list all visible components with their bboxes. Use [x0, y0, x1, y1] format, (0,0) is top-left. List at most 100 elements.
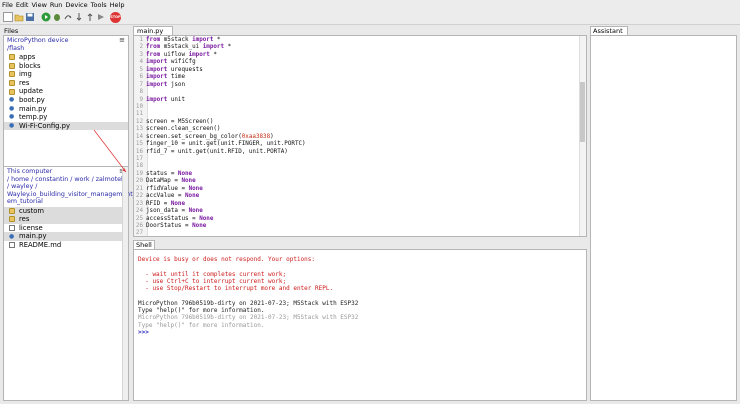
code-text: DoorStatus = None — [146, 222, 207, 229]
code-line[interactable]: 3 from uiflow import * — [134, 52, 581, 59]
line-number: 6 — [139, 74, 143, 81]
code-text: screen.set_screen_bg_color(0xaa3838) — [146, 133, 274, 140]
line-number: 2 — [139, 44, 143, 51]
code-text: import unit — [146, 96, 186, 103]
line-number: 24 — [135, 208, 143, 215]
code-text: import urequests — [146, 66, 203, 73]
code-line[interactable]: 6 import time — [134, 74, 581, 81]
code-text: finger_10 = unit.get(unit.FINGER, unit.P… — [146, 141, 306, 148]
shell-line: MicroPython 796b0519b-dirty on 2021-07-2… — [138, 314, 359, 322]
line-number: 22 — [135, 193, 143, 200]
line-number: 11 — [135, 111, 143, 118]
line-number: 23 — [135, 200, 143, 207]
line-number: 27 — [135, 230, 143, 237]
code-line[interactable]: 7 import json — [134, 82, 581, 89]
line-number: 10 — [135, 103, 143, 110]
line-number: 7 — [139, 81, 143, 88]
code-line[interactable]: 1 from m5stack import * — [134, 37, 581, 44]
editor-tab-label: main.py — [137, 27, 164, 35]
code-line[interactable]: 12 screen = M5Screen() — [134, 119, 581, 126]
shell-console[interactable]: Device is busy or does not respond. Your… — [133, 249, 587, 401]
code-editor[interactable]: 1 from m5stack import * 2 from m5stack_ui i… — [133, 35, 587, 237]
code-line[interactable]: 24 json_data = None — [134, 208, 581, 215]
line-number: 13 — [135, 126, 143, 133]
code-text: from m5stack_ui import * — [146, 44, 232, 51]
code-text: RFID = None — [146, 200, 186, 207]
line-number: 20 — [135, 178, 143, 185]
code-text: from uiflow import * — [146, 51, 217, 58]
line-number: 17 — [135, 156, 143, 162]
shell-line: - wait until it completes current work; — [138, 270, 287, 278]
code-line[interactable]: 26 DoorStatus = None — [134, 223, 581, 230]
line-number: 14 — [135, 133, 143, 140]
code-text: screen = M5Screen() — [146, 118, 214, 125]
tab-shell[interactable]: Shell — [133, 240, 155, 249]
code-text: from m5stack import * — [146, 37, 221, 43]
code-text: rfidValue = None — [146, 185, 203, 192]
code-line[interactable]: 13 screen.clean_screen() — [134, 126, 581, 133]
code-text: DataMap = None — [146, 178, 196, 185]
shell-line: MicroPython 796b0519b-dirty on 2021-07-2… — [138, 299, 359, 307]
shell-tab-label: Shell — [136, 241, 152, 249]
line-number: 4 — [139, 59, 143, 66]
code-text: screen.clean_screen() — [146, 126, 221, 133]
shell-line: Type "help()" for more information. — [138, 307, 265, 315]
code-text: status = None — [146, 170, 193, 177]
code-line[interactable]: 5 import urequests — [134, 67, 581, 74]
assistant-tab-label: Assistant — [593, 27, 623, 35]
code-line[interactable]: 25 accessStatus = None — [134, 216, 581, 223]
line-number: 18 — [135, 163, 143, 170]
code-text: accValue = None — [146, 193, 200, 200]
editor-scroll-thumb[interactable] — [580, 82, 585, 142]
line-number: 12 — [135, 118, 143, 125]
code-text: accessStatus = None — [146, 215, 214, 222]
code-line[interactable]: 20 DataMap = None — [134, 178, 581, 185]
code-line[interactable]: 27 — [134, 230, 581, 237]
code-text: rfid_7 = unit.get(unit.RFID, unit.PORTA) — [146, 148, 288, 155]
code-line[interactable]: 22 accValue = None — [134, 193, 581, 200]
editor-scrollbar[interactable] — [579, 36, 586, 236]
code-line[interactable]: 10 — [134, 104, 581, 111]
code-line[interactable]: 4 import wifiCfg — [134, 59, 581, 66]
code-lines: 1 from m5stack import * 2 from m5stack_ui i… — [134, 37, 581, 237]
shell-line: Device is busy or does not respond. Your… — [138, 256, 316, 263]
line-number: 15 — [135, 141, 143, 148]
code-line[interactable]: 11 — [134, 111, 581, 118]
line-number: 21 — [135, 185, 143, 192]
line-number: 26 — [135, 222, 143, 229]
code-line[interactable]: 23 RFID = None — [134, 201, 581, 208]
shell-output: Device is busy or does not respond. Your… — [138, 256, 358, 336]
code-line[interactable]: 17 — [134, 156, 581, 163]
code-line[interactable]: 8 — [134, 89, 581, 96]
line-number: 3 — [139, 51, 143, 58]
line-number: 5 — [139, 66, 143, 73]
code-line[interactable]: 2 from m5stack_ui import * — [134, 44, 581, 51]
code-line[interactable]: 21 rfidValue = None — [134, 186, 581, 193]
code-line[interactable]: 14 screen.set_screen_bg_color(0xaa3838) — [134, 134, 581, 141]
code-line[interactable]: 15 finger_10 = unit.get(unit.FINGER, unit… — [134, 141, 581, 148]
code-text: import time — [146, 74, 186, 81]
code-line[interactable]: 19 status = None — [134, 171, 581, 178]
line-number: 25 — [135, 215, 143, 222]
line-number: 1 — [139, 37, 143, 43]
line-number: 8 — [139, 89, 143, 96]
code-line[interactable]: 18 — [134, 163, 581, 170]
shell-line: - use Stop/Restart to interrupt more and… — [138, 285, 334, 293]
shell-prompt: >>> — [138, 328, 149, 336]
shell-line: Type "help()" for more information. — [138, 321, 265, 329]
code-line[interactable]: 16 rfid_7 = unit.get(unit.RFID, unit.PORT… — [134, 149, 581, 156]
assistant-panel — [590, 35, 737, 401]
line-number: 9 — [139, 96, 143, 103]
shell-line: - use Ctrl+C to interrupt current work; — [138, 277, 287, 285]
line-number: 16 — [135, 148, 143, 155]
code-line[interactable]: 9 import unit — [134, 97, 581, 104]
code-text: json_data = None — [146, 208, 203, 215]
